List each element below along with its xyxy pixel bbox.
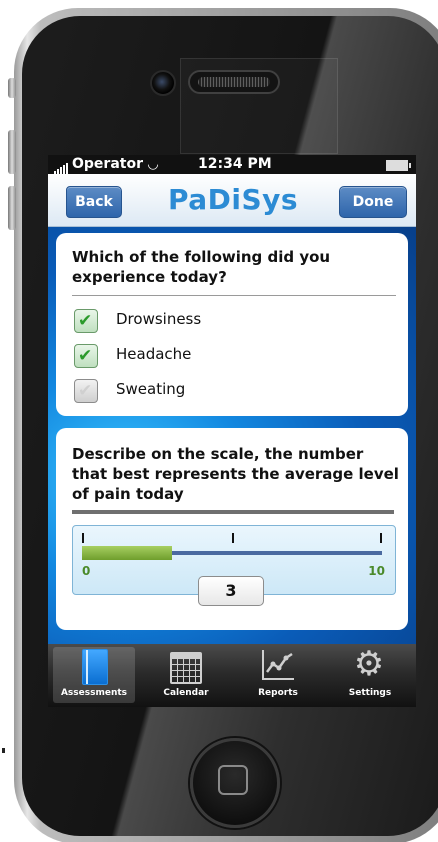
tab-label: Settings xyxy=(348,688,392,698)
slider-min-label: 0 xyxy=(82,564,91,578)
status-bar: Operator ◡ 12:34 PM xyxy=(48,155,416,174)
tab-bar: Assessments Calendar Reports ⚙ Settings xyxy=(48,644,416,707)
chart-icon xyxy=(262,650,294,680)
tab-settings[interactable]: ⚙ Settings xyxy=(324,644,416,707)
tab-label: Calendar xyxy=(163,688,209,698)
tick-mark xyxy=(232,533,234,543)
pain-divider xyxy=(72,510,394,514)
chart-line-icon xyxy=(266,652,293,673)
glass-reflection xyxy=(180,58,338,154)
app-logo: PaDiSys xyxy=(168,183,299,216)
option-label: Sweating xyxy=(116,380,186,398)
volume-up-button xyxy=(8,130,16,174)
volume-down-button xyxy=(8,186,16,230)
camera-icon xyxy=(150,70,176,96)
app-screen: Operator ◡ 12:34 PM Back PaDiSys Done Whi… xyxy=(48,155,416,707)
book-icon xyxy=(82,649,108,685)
checkbox-drowsiness[interactable]: ✔ xyxy=(74,309,98,333)
symptoms-card: Which of the following did you experienc… xyxy=(56,233,408,416)
tab-reports[interactable]: Reports xyxy=(232,644,324,707)
done-button[interactable]: Done xyxy=(339,186,407,218)
tab-calendar[interactable]: Calendar xyxy=(140,644,232,707)
checkbox-sweating[interactable]: ✔ xyxy=(74,379,98,403)
stage: Operator ◡ 12:34 PM Back PaDiSys Done Whi… xyxy=(0,0,438,842)
back-label: Back xyxy=(75,194,113,210)
carrier-name: Operator xyxy=(72,156,143,172)
wifi-icon: ◡ xyxy=(147,157,158,172)
content-area: Which of the following did you experienc… xyxy=(48,227,416,644)
nav-bar: Back PaDiSys Done xyxy=(48,174,416,227)
check-icon: ✔ xyxy=(78,346,93,366)
option-label: Drowsiness xyxy=(116,310,202,328)
back-button[interactable]: Back xyxy=(66,186,122,218)
tick-mark xyxy=(82,533,84,543)
carrier: Operator ◡ xyxy=(54,156,158,174)
gear-icon: ⚙ xyxy=(353,644,385,684)
home-square-icon xyxy=(218,765,248,795)
battery-icon xyxy=(386,160,411,171)
calendar-icon xyxy=(170,652,202,684)
mute-switch xyxy=(8,78,16,98)
tab-label: Assessments xyxy=(60,688,128,698)
check-icon: ✔ xyxy=(78,381,93,401)
slider-fill[interactable] xyxy=(82,546,172,560)
question-divider xyxy=(72,295,396,296)
checkbox-headache[interactable]: ✔ xyxy=(74,344,98,368)
slider-max-label: 10 xyxy=(368,564,385,578)
check-icon: ✔ xyxy=(78,311,93,331)
pain-value[interactable]: 3 xyxy=(198,576,264,606)
edge-mark xyxy=(2,748,5,753)
signal-icon xyxy=(54,158,69,174)
pain-question: Describe on the scale, the number that b… xyxy=(72,445,399,503)
tab-label: Reports xyxy=(258,688,298,698)
option-label: Headache xyxy=(116,345,192,363)
pain-card: Describe on the scale, the number that b… xyxy=(56,428,408,630)
status-time: 12:34 PM xyxy=(198,156,272,172)
symptoms-question: Which of the following did you experienc… xyxy=(72,248,331,286)
tab-assessments[interactable]: Assessments xyxy=(48,644,140,707)
tick-mark xyxy=(380,533,382,543)
